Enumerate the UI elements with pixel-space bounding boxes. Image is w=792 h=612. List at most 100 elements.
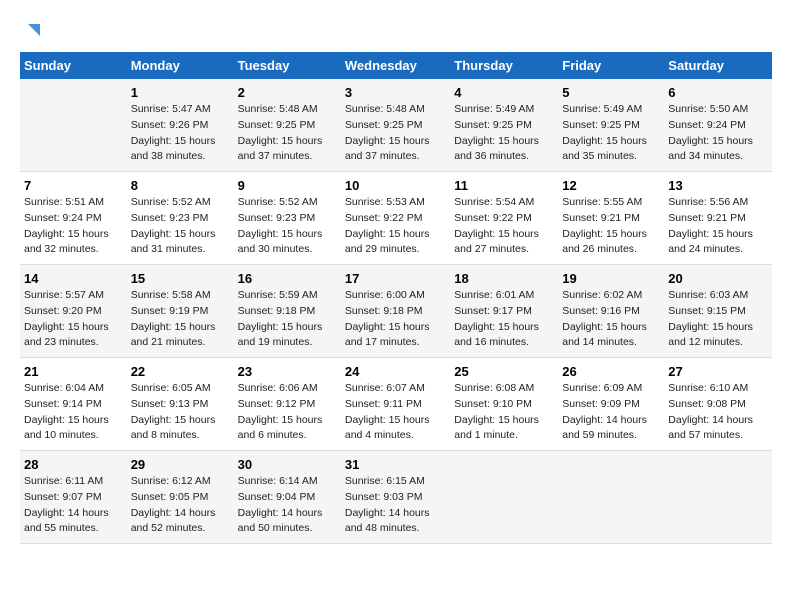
calendar-cell (558, 451, 664, 544)
day-number: 9 (238, 178, 337, 193)
day-info: Sunrise: 6:07 AMSunset: 9:11 PMDaylight:… (345, 381, 446, 444)
day-number: 21 (24, 364, 123, 379)
calendar-cell: 13 Sunrise: 5:56 AMSunset: 9:21 PMDayligh… (664, 172, 772, 265)
weekday-header-sunday: Sunday (20, 52, 127, 79)
weekday-header-thursday: Thursday (450, 52, 558, 79)
day-info: Sunrise: 6:02 AMSunset: 9:16 PMDaylight:… (562, 288, 660, 351)
day-info: Sunrise: 5:51 AMSunset: 9:24 PMDaylight:… (24, 195, 123, 258)
calendar-cell: 6 Sunrise: 5:50 AMSunset: 9:24 PMDaylight… (664, 79, 772, 172)
day-number: 10 (345, 178, 446, 193)
day-info: Sunrise: 5:48 AMSunset: 9:25 PMDaylight:… (345, 102, 446, 165)
day-info: Sunrise: 5:50 AMSunset: 9:24 PMDaylight:… (668, 102, 768, 165)
calendar-cell: 31 Sunrise: 6:15 AMSunset: 9:03 PMDayligh… (341, 451, 450, 544)
day-number: 17 (345, 271, 446, 286)
week-row-2: 7 Sunrise: 5:51 AMSunset: 9:24 PMDaylight… (20, 172, 772, 265)
day-info: Sunrise: 6:11 AMSunset: 9:07 PMDaylight:… (24, 474, 123, 537)
day-number: 3 (345, 85, 446, 100)
calendar-cell: 26 Sunrise: 6:09 AMSunset: 9:09 PMDayligh… (558, 358, 664, 451)
calendar-cell: 19 Sunrise: 6:02 AMSunset: 9:16 PMDayligh… (558, 265, 664, 358)
calendar-cell: 25 Sunrise: 6:08 AMSunset: 9:10 PMDayligh… (450, 358, 558, 451)
calendar-cell: 20 Sunrise: 6:03 AMSunset: 9:15 PMDayligh… (664, 265, 772, 358)
calendar-cell: 30 Sunrise: 6:14 AMSunset: 9:04 PMDayligh… (234, 451, 341, 544)
day-number: 29 (131, 457, 230, 472)
calendar-cell: 14Sunrise: 5:57 AMSunset: 9:20 PMDayligh… (20, 265, 127, 358)
day-info: Sunrise: 6:14 AMSunset: 9:04 PMDaylight:… (238, 474, 337, 537)
logo (20, 20, 44, 42)
day-info: Sunrise: 5:49 AMSunset: 9:25 PMDaylight:… (562, 102, 660, 165)
day-info: Sunrise: 5:54 AMSunset: 9:22 PMDaylight:… (454, 195, 554, 258)
day-number: 13 (668, 178, 768, 193)
calendar-cell: 7 Sunrise: 5:51 AMSunset: 9:24 PMDaylight… (20, 172, 127, 265)
day-number: 4 (454, 85, 554, 100)
day-number: 25 (454, 364, 554, 379)
calendar-cell: 15 Sunrise: 5:58 AMSunset: 9:19 PMDayligh… (127, 265, 234, 358)
day-number: 26 (562, 364, 660, 379)
day-number: 27 (668, 364, 768, 379)
calendar-cell: 11 Sunrise: 5:54 AMSunset: 9:22 PMDayligh… (450, 172, 558, 265)
day-number: 11 (454, 178, 554, 193)
calendar-cell: 10 Sunrise: 5:53 AMSunset: 9:22 PMDayligh… (341, 172, 450, 265)
calendar-table: SundayMondayTuesdayWednesdayThursdayFrid… (20, 52, 772, 544)
day-info: Sunrise: 6:03 AMSunset: 9:15 PMDaylight:… (668, 288, 768, 351)
day-info: Sunrise: 6:12 AMSunset: 9:05 PMDaylight:… (131, 474, 230, 537)
day-info: Sunrise: 5:52 AMSunset: 9:23 PMDaylight:… (131, 195, 230, 258)
day-number: 30 (238, 457, 337, 472)
calendar-cell: 28 Sunrise: 6:11 AMSunset: 9:07 PMDayligh… (20, 451, 127, 544)
calendar-cell: 2Sunrise: 5:48 AMSunset: 9:25 PMDaylight… (234, 79, 341, 172)
day-info: Sunrise: 6:00 AMSunset: 9:18 PMDaylight:… (345, 288, 446, 351)
week-row-5: 28 Sunrise: 6:11 AMSunset: 9:07 PMDayligh… (20, 451, 772, 544)
day-info: Sunrise: 6:10 AMSunset: 9:08 PMDaylight:… (668, 381, 768, 444)
day-info: Sunrise: 6:05 AMSunset: 9:13 PMDaylight:… (131, 381, 230, 444)
day-number: 5 (562, 85, 660, 100)
day-number: 28 (24, 457, 123, 472)
calendar-cell (450, 451, 558, 544)
day-number: 6 (668, 85, 768, 100)
weekday-header-friday: Friday (558, 52, 664, 79)
day-number: 24 (345, 364, 446, 379)
weekday-header-monday: Monday (127, 52, 234, 79)
calendar-cell: 21Sunrise: 6:04 AMSunset: 9:14 PMDayligh… (20, 358, 127, 451)
calendar-cell: 12 Sunrise: 5:55 AMSunset: 9:21 PMDayligh… (558, 172, 664, 265)
weekday-header-saturday: Saturday (664, 52, 772, 79)
calendar-cell: 1Sunrise: 5:47 AMSunset: 9:26 PMDaylight… (127, 79, 234, 172)
calendar-cell: 3 Sunrise: 5:48 AMSunset: 9:25 PMDaylight… (341, 79, 450, 172)
day-number: 18 (454, 271, 554, 286)
day-info: Sunrise: 5:59 AMSunset: 9:18 PMDaylight:… (238, 288, 337, 351)
day-info: Sunrise: 6:06 AMSunset: 9:12 PMDaylight:… (238, 381, 337, 444)
day-number: 7 (24, 178, 123, 193)
calendar-cell: 22 Sunrise: 6:05 AMSunset: 9:13 PMDayligh… (127, 358, 234, 451)
calendar-cell: 9 Sunrise: 5:52 AMSunset: 9:23 PMDaylight… (234, 172, 341, 265)
day-info: Sunrise: 5:58 AMSunset: 9:19 PMDaylight:… (131, 288, 230, 351)
day-number: 19 (562, 271, 660, 286)
calendar-cell: 18Sunrise: 6:01 AMSunset: 9:17 PMDayligh… (450, 265, 558, 358)
day-info: Sunrise: 5:48 AMSunset: 9:25 PMDaylight:… (238, 102, 337, 165)
calendar-cell: 17 Sunrise: 6:00 AMSunset: 9:18 PMDayligh… (341, 265, 450, 358)
day-info: Sunrise: 5:53 AMSunset: 9:22 PMDaylight:… (345, 195, 446, 258)
day-info: Sunrise: 6:08 AMSunset: 9:10 PMDaylight:… (454, 381, 554, 444)
calendar-cell: 4 Sunrise: 5:49 AMSunset: 9:25 PMDaylight… (450, 79, 558, 172)
day-number: 31 (345, 457, 446, 472)
weekday-header-tuesday: Tuesday (234, 52, 341, 79)
day-number: 12 (562, 178, 660, 193)
day-info: Sunrise: 5:49 AMSunset: 9:25 PMDaylight:… (454, 102, 554, 165)
day-info: Sunrise: 5:56 AMSunset: 9:21 PMDaylight:… (668, 195, 768, 258)
calendar-cell (664, 451, 772, 544)
calendar-cell: 8Sunrise: 5:52 AMSunset: 9:23 PMDaylight… (127, 172, 234, 265)
day-number: 23 (238, 364, 337, 379)
day-number: 20 (668, 271, 768, 286)
day-info: Sunrise: 6:09 AMSunset: 9:09 PMDaylight:… (562, 381, 660, 444)
day-number: 22 (131, 364, 230, 379)
calendar-cell: 27 Sunrise: 6:10 AMSunset: 9:08 PMDayligh… (664, 358, 772, 451)
day-info: Sunrise: 6:15 AMSunset: 9:03 PMDaylight:… (345, 474, 446, 537)
calendar-cell: 29 Sunrise: 6:12 AMSunset: 9:05 PMDayligh… (127, 451, 234, 544)
day-info: Sunrise: 5:52 AMSunset: 9:23 PMDaylight:… (238, 195, 337, 258)
day-number: 15 (131, 271, 230, 286)
day-number: 16 (238, 271, 337, 286)
day-info: Sunrise: 5:57 AMSunset: 9:20 PMDaylight:… (24, 288, 123, 351)
calendar-cell: 23 Sunrise: 6:06 AMSunset: 9:12 PMDayligh… (234, 358, 341, 451)
week-row-4: 21Sunrise: 6:04 AMSunset: 9:14 PMDayligh… (20, 358, 772, 451)
weekday-header-wednesday: Wednesday (341, 52, 450, 79)
day-info: Sunrise: 5:47 AMSunset: 9:26 PMDaylight:… (131, 102, 230, 165)
day-info: Sunrise: 5:55 AMSunset: 9:21 PMDaylight:… (562, 195, 660, 258)
weekday-header-row: SundayMondayTuesdayWednesdayThursdayFrid… (20, 52, 772, 79)
